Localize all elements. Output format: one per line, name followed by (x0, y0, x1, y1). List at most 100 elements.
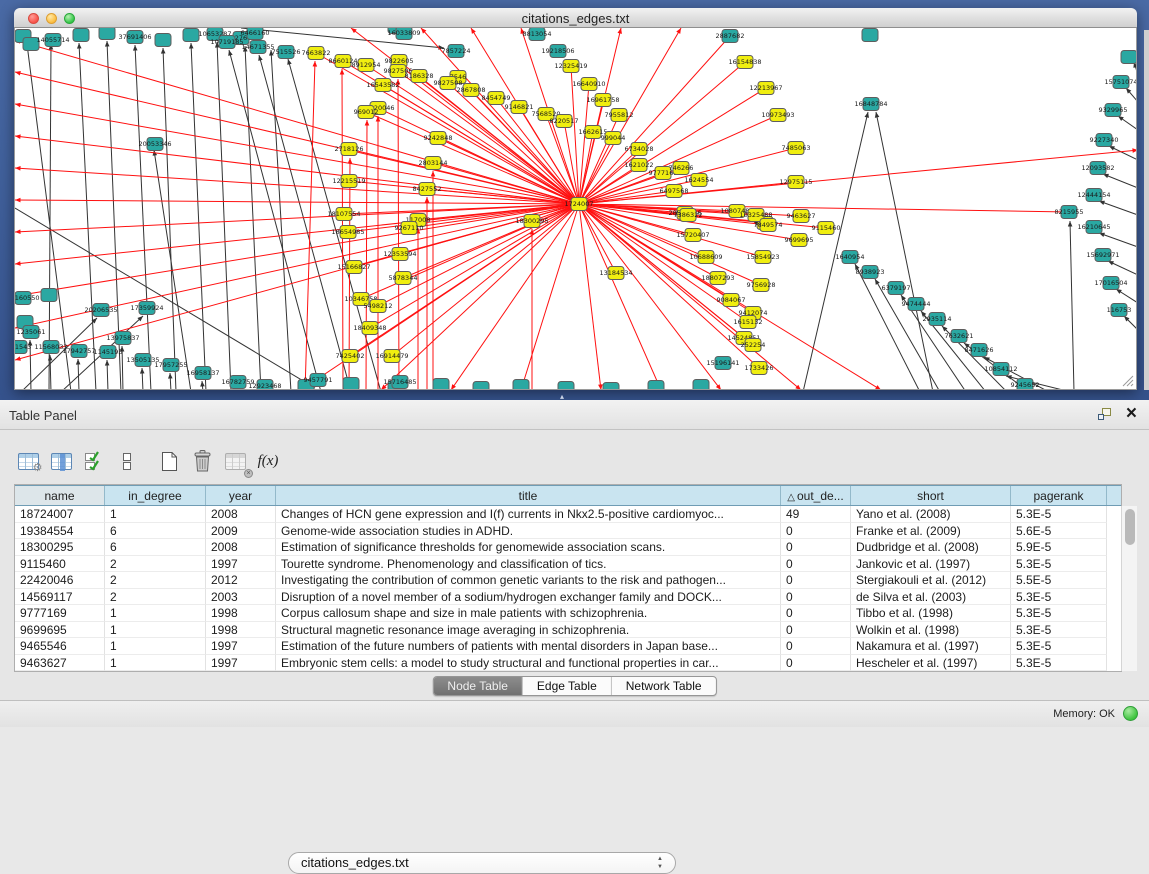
new-table-button[interactable] (155, 448, 183, 474)
table-cell[interactable]: 5.3E-5 (1011, 506, 1107, 523)
table-cell[interactable]: 2003 (206, 589, 276, 606)
table-cell[interactable]: Yano et al. (2008) (851, 506, 1011, 523)
column-header-year[interactable]: year (206, 486, 276, 505)
table-cell[interactable]: 2 (105, 572, 206, 589)
table-cell[interactable]: 9465546 (15, 638, 105, 655)
table-cell[interactable]: Investigating the contribution of common… (276, 572, 781, 589)
table-cell[interactable]: Disruption of a novel member of a sodium… (276, 589, 781, 606)
table-cell[interactable]: 5.3E-5 (1011, 655, 1107, 672)
table-row[interactable]: 911546021997Tourette syndrome. Phenomeno… (15, 556, 1121, 573)
table-cell[interactable]: 1998 (206, 605, 276, 622)
table-cell[interactable]: Corpus callosum shape and size in male p… (276, 605, 781, 622)
table-cell[interactable]: 0 (781, 556, 851, 573)
table-selector-dropdown[interactable]: citations_edges.txt ▲▼ (288, 852, 676, 874)
table-cell[interactable]: 1997 (206, 638, 276, 655)
column-header-name[interactable]: name (15, 486, 105, 505)
table-cell[interactable]: Structural magnetic resonance image aver… (276, 622, 781, 639)
column-header-in_degree[interactable]: in_degree (105, 486, 206, 505)
graph-node[interactable] (603, 383, 619, 391)
table-cell[interactable]: 0 (781, 572, 851, 589)
table-cell[interactable]: 14569117 (15, 589, 105, 606)
tab-node-table[interactable]: Node Table (433, 677, 522, 695)
table-cell[interactable]: 2 (105, 556, 206, 573)
table-cell[interactable]: 22420046 (15, 572, 105, 589)
graph-node[interactable] (155, 34, 171, 47)
show-column-button[interactable] (47, 448, 75, 474)
table-cell[interactable]: Jankovic et al. (1997) (851, 556, 1011, 573)
table-row[interactable]: 946554611997Estimation of the future num… (15, 638, 1121, 655)
float-panel-icon[interactable] (1097, 407, 1112, 421)
table-cell[interactable]: 5.6E-5 (1011, 523, 1107, 540)
table-cell[interactable]: 6 (105, 523, 206, 540)
table-cell[interactable]: 5.9E-5 (1011, 539, 1107, 556)
column-header-out_de[interactable]: △out_de... (781, 486, 851, 505)
window-titlebar[interactable]: citations_edges.txt (14, 8, 1137, 28)
table-scrollbar[interactable] (1121, 506, 1137, 671)
table-cell[interactable]: Tourette syndrome. Phenomenology and cla… (276, 556, 781, 573)
table-cell[interactable]: 5.3E-5 (1011, 638, 1107, 655)
table-cell[interactable]: Tibbo et al. (1998) (851, 605, 1011, 622)
column-header-title[interactable]: title (276, 486, 781, 505)
table-cell[interactable]: 5.5E-5 (1011, 572, 1107, 589)
table-cell[interactable]: Wolkin et al. (1998) (851, 622, 1011, 639)
table-cell[interactable]: 0 (781, 539, 851, 556)
table-cell[interactable]: Embryonic stem cells: a model to study s… (276, 655, 781, 672)
table-row[interactable]: 1938455462009Genome-wide association stu… (15, 523, 1121, 540)
table-cell[interactable]: 0 (781, 589, 851, 606)
table-cell[interactable]: Changes of HCN gene expression and I(f) … (276, 506, 781, 523)
table-cell[interactable]: 2008 (206, 506, 276, 523)
delete-rows-button[interactable] (188, 448, 216, 474)
table-cell[interactable]: Franke et al. (2009) (851, 523, 1011, 540)
table-cell[interactable]: 19384554 (15, 523, 105, 540)
table-cell[interactable]: Hescheler et al. (1997) (851, 655, 1011, 672)
table-row[interactable]: 977716911998Corpus callosum shape and si… (15, 605, 1121, 622)
table-cell[interactable]: 2008 (206, 539, 276, 556)
graph-node[interactable] (558, 382, 574, 391)
graph-node[interactable] (1121, 51, 1137, 64)
table-row[interactable]: 2242004622012Investigating the contribut… (15, 572, 1121, 589)
table-cell[interactable]: 1 (105, 506, 206, 523)
graph-node[interactable] (693, 380, 709, 391)
table-cell[interactable]: 2009 (206, 523, 276, 540)
table-cell[interactable]: 5.3E-5 (1011, 605, 1107, 622)
table-cell[interactable]: 2012 (206, 572, 276, 589)
table-row[interactable]: 1872400712008Changes of HCN gene express… (15, 506, 1121, 523)
table-cell[interactable]: 1997 (206, 556, 276, 573)
column-header-pagerank[interactable]: pagerank (1011, 486, 1107, 505)
table-row[interactable]: 1456911722003Disruption of a novel membe… (15, 589, 1121, 606)
graph-node[interactable] (343, 378, 359, 391)
table-cell[interactable]: 9115460 (15, 556, 105, 573)
table-cell[interactable]: 9463627 (15, 655, 105, 672)
table-cell[interactable]: Estimation of the future numbers of pati… (276, 638, 781, 655)
graph-node[interactable] (41, 289, 57, 302)
table-scrollbar-thumb[interactable] (1125, 509, 1135, 545)
resize-grip[interactable] (1120, 373, 1134, 387)
table-cell[interactable]: 18724007 (15, 506, 105, 523)
graph-node[interactable] (862, 29, 878, 42)
table-settings-button[interactable]: ⚙ (14, 448, 42, 474)
table-cell[interactable]: 0 (781, 655, 851, 672)
table-cell[interactable]: 1998 (206, 622, 276, 639)
network-canvas[interactable]: 1724007183002951405571437691406106532871… (14, 28, 1137, 390)
table-cell[interactable]: Genome-wide association studies in ADHD. (276, 523, 781, 540)
table-cell[interactable]: 1 (105, 605, 206, 622)
graph-node[interactable] (183, 29, 199, 42)
table-row[interactable]: 946362711997Embryonic stem cells: a mode… (15, 655, 1121, 672)
table-cell[interactable]: 0 (781, 523, 851, 540)
graph-node[interactable] (513, 380, 529, 391)
table-cell[interactable]: 1 (105, 655, 206, 672)
table-row[interactable]: 969969511998Structural magnetic resonanc… (15, 622, 1121, 639)
table-cell[interactable]: 1 (105, 638, 206, 655)
table-cell[interactable]: Stergiakouli et al. (2012) (851, 572, 1011, 589)
table-cell[interactable]: 2 (105, 589, 206, 606)
graph-node[interactable] (473, 382, 489, 391)
table-cell[interactable]: 0 (781, 638, 851, 655)
table-cell[interactable]: 0 (781, 605, 851, 622)
select-columns-button[interactable] (80, 448, 108, 474)
table-cell[interactable]: 5.3E-5 (1011, 622, 1107, 639)
table-cell[interactable]: Estimation of significance thresholds fo… (276, 539, 781, 556)
table-cell[interactable]: 18300295 (15, 539, 105, 556)
tab-edge-table[interactable]: Edge Table (522, 677, 612, 695)
table-cell[interactable]: 0 (781, 622, 851, 639)
table-row[interactable]: 1830029562008Estimation of significance … (15, 539, 1121, 556)
